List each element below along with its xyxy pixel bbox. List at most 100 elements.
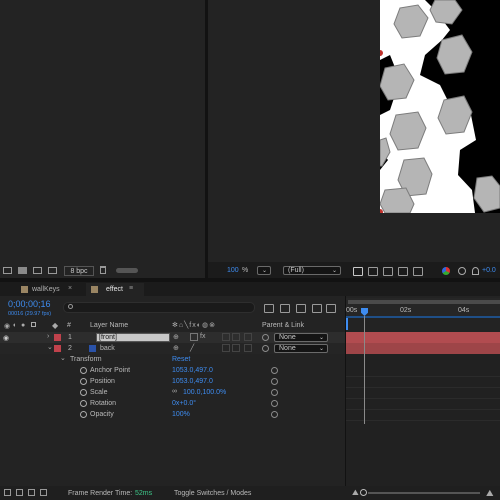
transfer-controls-toggle-icon[interactable] — [16, 489, 23, 496]
adjustment-switch[interactable] — [232, 333, 240, 341]
shy-switch-icon[interactable]: ⊕ — [173, 344, 179, 352]
toggle-switches-modes-button[interactable]: Toggle Switches / Modes — [174, 490, 251, 497]
zoom-slider-track[interactable] — [368, 492, 480, 494]
exposure-value[interactable]: +0.0 — [482, 267, 496, 274]
stopwatch-icon[interactable] — [80, 378, 87, 385]
quality-switch-icon[interactable]: ╱ — [190, 344, 194, 352]
transform-group-row[interactable]: ⌄ Transform Reset — [0, 354, 345, 365]
timeline-panel-divider[interactable] — [345, 296, 346, 486]
region-of-interest-icon[interactable] — [353, 267, 363, 276]
comp-mini-flowchart-icon[interactable] — [264, 304, 274, 313]
interpret-footage-icon[interactable] — [3, 267, 12, 274]
property-row[interactable]: Anchor Point 1053.0,497.0 — [0, 365, 345, 376]
transparency-grid-icon[interactable] — [368, 267, 378, 276]
property-row[interactable]: Position 1053.0,497.0 — [0, 376, 345, 387]
timecode[interactable]: 0;00;00;16 — [8, 299, 51, 309]
project-settings-icon[interactable] — [48, 267, 57, 274]
adjustment-switch[interactable] — [232, 344, 240, 352]
stopwatch-icon[interactable] — [80, 367, 87, 374]
fx-switch-icon[interactable]: fx — [200, 333, 205, 340]
lock-icon[interactable] — [31, 322, 36, 327]
column-layer-name[interactable]: Layer Name — [90, 322, 128, 329]
layer-name[interactable]: back — [100, 345, 115, 352]
trash-icon[interactable] — [100, 266, 106, 274]
layer-row[interactable]: ◉ › 1 [front] ⊕ fx None ⌄ — [0, 332, 345, 343]
property-value[interactable]: 1053.0,497.0 — [172, 378, 213, 385]
solo-switch-icon[interactable]: ● — [21, 322, 25, 329]
tab-effect[interactable]: effect ≡ — [86, 283, 144, 296]
in-out-toggle-icon[interactable] — [28, 489, 35, 496]
expression-pick-whip-icon[interactable] — [271, 400, 278, 407]
reset-link[interactable]: Reset — [172, 356, 190, 363]
layer-label-color[interactable] — [54, 334, 61, 341]
render-time-toggle-icon[interactable] — [40, 489, 47, 496]
video-switch-icon[interactable]: ◉ — [4, 322, 10, 330]
property-value[interactable]: 100.0,100.0% — [183, 389, 226, 396]
zoom-in-icon[interactable]: ⛰ — [486, 488, 494, 499]
link-icon[interactable]: ∞ — [172, 388, 177, 395]
shy-switch-icon[interactable]: ⊕ — [173, 333, 179, 341]
close-icon[interactable]: × — [68, 285, 72, 292]
pick-whip-icon[interactable] — [262, 334, 269, 341]
resolution-dropdown[interactable]: (Full) ⌄ — [283, 266, 341, 275]
expression-pick-whip-icon[interactable] — [271, 378, 278, 385]
twirl-arrow-icon[interactable]: › — [47, 333, 49, 340]
motion-blur-switch[interactable] — [222, 344, 230, 352]
bpc-button[interactable]: 8 bpc — [64, 266, 94, 276]
layer-name-field[interactable]: [front] — [96, 333, 170, 342]
layer-row[interactable]: ⌄ 2 back ⊕ ╱ None ⌄ — [0, 343, 345, 354]
layer-duration-bar[interactable] — [346, 332, 500, 343]
label-icon[interactable]: ◆ — [52, 321, 58, 330]
quality-switch-icon[interactable] — [190, 333, 198, 341]
time-ruler[interactable]: 00s 02s 04s — [346, 298, 500, 318]
layer-duration-bar[interactable] — [346, 343, 500, 354]
eye-icon[interactable]: ◉ — [3, 334, 9, 342]
draft-3d-icon[interactable] — [280, 304, 290, 313]
flowchart-slider[interactable] — [116, 268, 138, 273]
zoom-value[interactable]: 100 — [227, 267, 239, 274]
layer-label-color[interactable] — [54, 345, 61, 352]
parent-dropdown[interactable]: None ⌄ — [274, 344, 328, 353]
property-row[interactable]: Scale ∞ 100.0,100.0% — [0, 387, 345, 398]
property-row[interactable]: Rotation 0x+0.0° — [0, 398, 345, 409]
twirl-arrow-icon[interactable]: ⌄ — [60, 354, 66, 362]
search-input[interactable] — [63, 302, 255, 313]
new-folder-icon[interactable] — [18, 267, 27, 274]
new-comp-icon[interactable] — [33, 267, 42, 274]
view-layout-icon[interactable] — [413, 267, 423, 276]
zoom-dropdown[interactable]: ⌄ — [257, 266, 271, 275]
stopwatch-icon[interactable] — [80, 389, 87, 396]
3d-switch[interactable] — [244, 333, 252, 341]
color-management-icon[interactable] — [458, 267, 466, 275]
composition-frame[interactable] — [380, 0, 500, 213]
3d-switch[interactable] — [244, 344, 252, 352]
work-area-start-marker[interactable] — [346, 318, 348, 330]
property-value[interactable]: 0x+0.0° — [172, 400, 196, 407]
property-value[interactable]: 100% — [172, 411, 190, 418]
tab-wallkeys[interactable]: wallKeys × — [8, 284, 86, 296]
expression-pick-whip-icon[interactable] — [271, 367, 278, 374]
layer-switches-toggle-icon[interactable] — [4, 489, 11, 496]
exposure-icon[interactable] — [472, 267, 479, 275]
parent-dropdown[interactable]: None ⌄ — [274, 333, 328, 342]
camera-view-icon[interactable] — [398, 267, 408, 276]
twirl-arrow-icon[interactable]: ⌄ — [47, 343, 53, 351]
column-parent-link[interactable]: Parent & Link — [262, 322, 304, 329]
property-row[interactable]: Opacity 100% — [0, 409, 345, 420]
graph-editor-icon[interactable] — [326, 304, 336, 313]
channel-icon[interactable] — [442, 267, 450, 275]
motion-blur-switch[interactable] — [222, 333, 230, 341]
panel-menu-icon[interactable]: ≡ — [129, 285, 133, 292]
pick-whip-icon[interactable] — [262, 345, 269, 352]
stopwatch-icon[interactable] — [80, 411, 87, 418]
hide-shy-layers-icon[interactable] — [296, 304, 306, 313]
expression-pick-whip-icon[interactable] — [271, 389, 278, 396]
zoom-out-icon[interactable]: ⛰ — [352, 488, 359, 498]
work-area-bar[interactable] — [348, 300, 500, 304]
property-value[interactable]: 1053.0,497.0 — [172, 367, 213, 374]
zoom-slider-handle[interactable] — [360, 489, 367, 496]
mask-visibility-icon[interactable] — [383, 267, 393, 276]
frame-blending-icon[interactable] — [312, 304, 322, 313]
stopwatch-icon[interactable] — [80, 400, 87, 407]
expression-pick-whip-icon[interactable] — [271, 411, 278, 418]
